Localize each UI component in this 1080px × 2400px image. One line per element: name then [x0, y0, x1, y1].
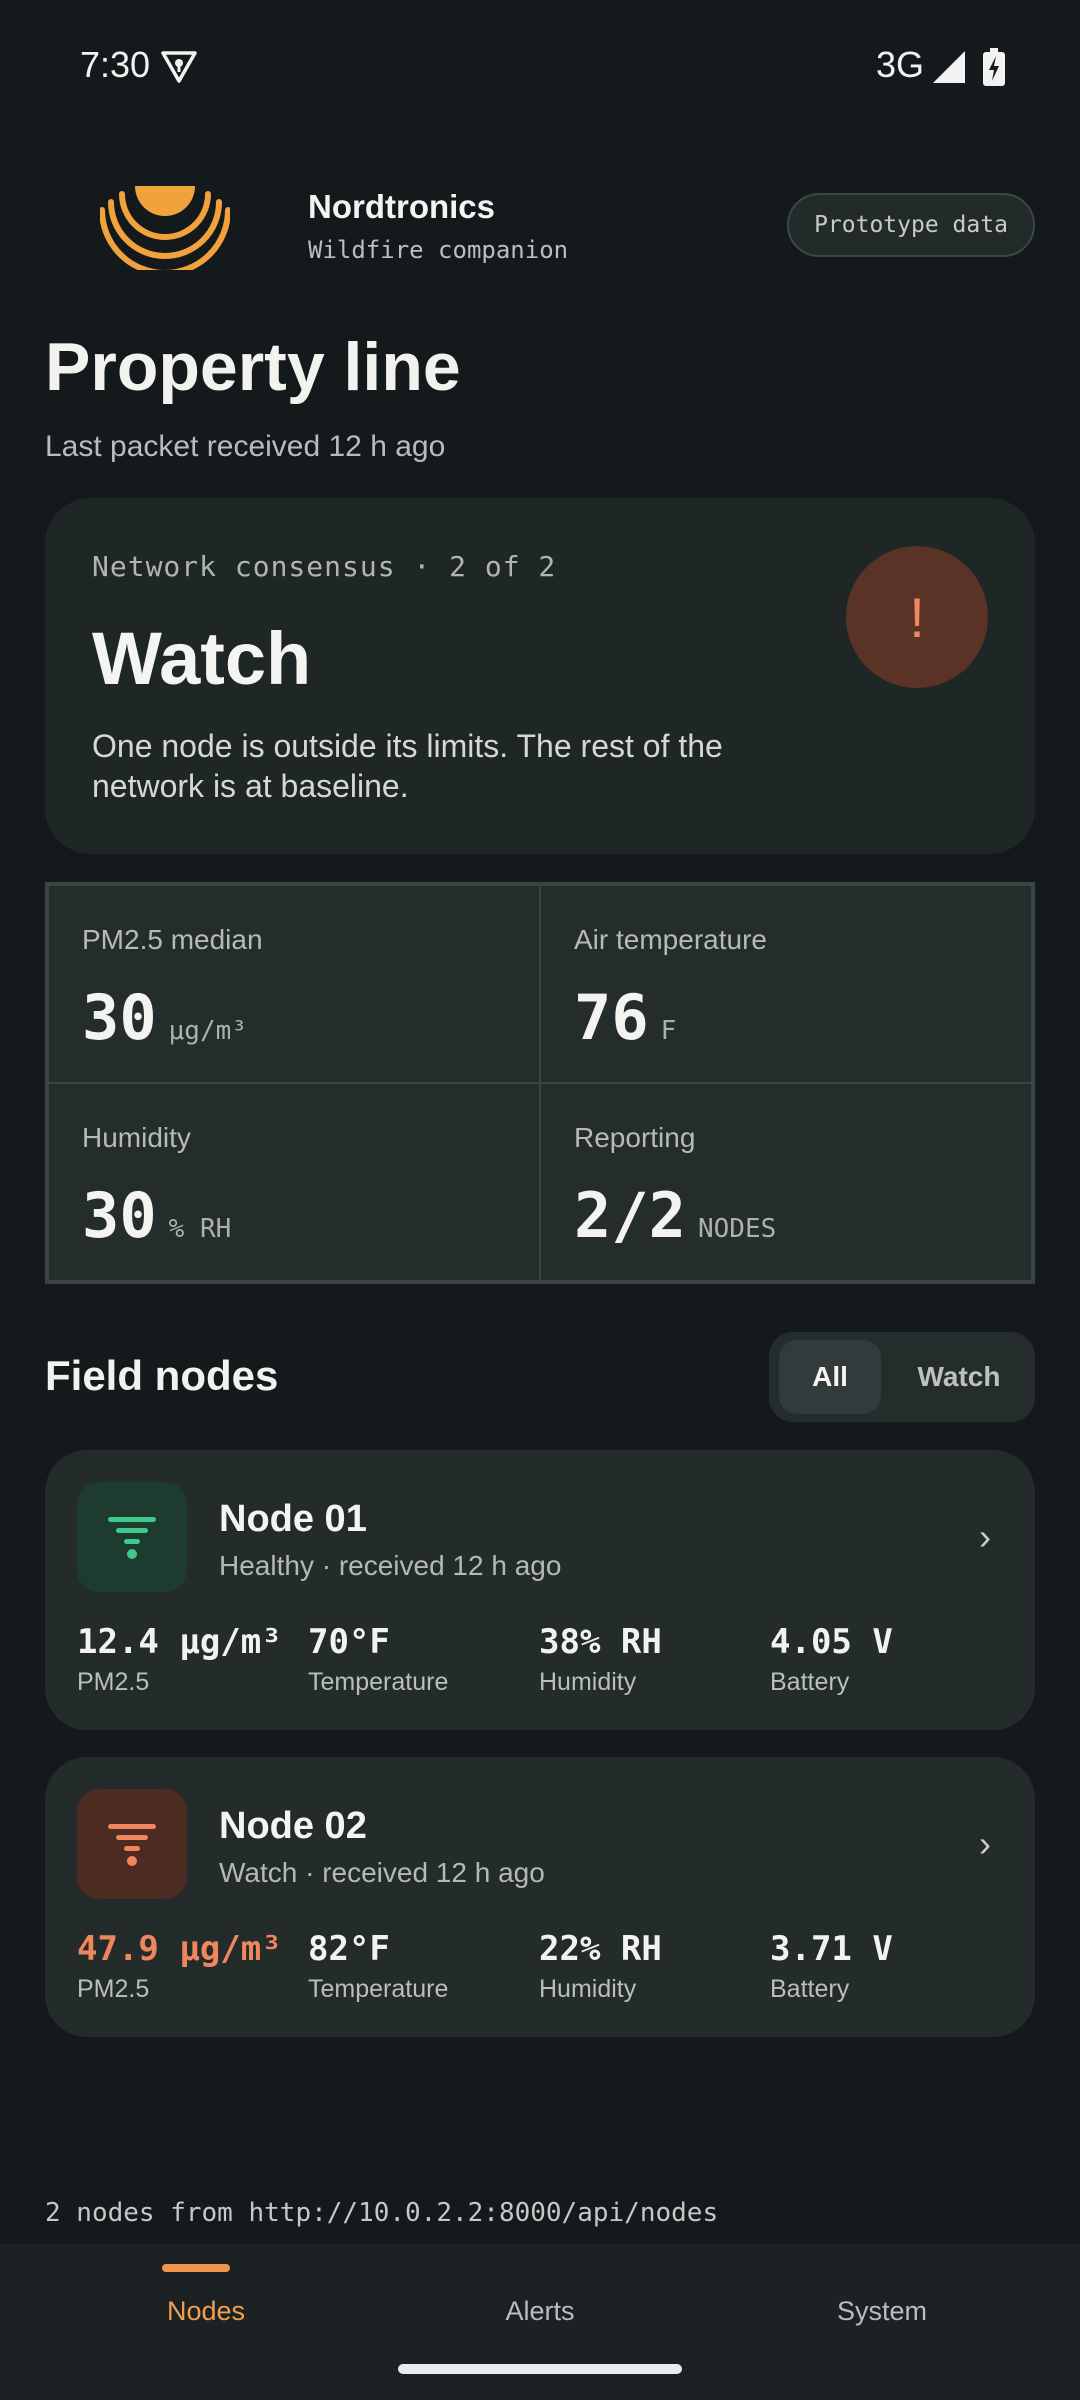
metric-label: Reporting: [574, 1122, 696, 1153]
reading-value: 70°F: [308, 1622, 390, 1662]
metric-humidity: Humidity 30 % RH: [48, 1083, 540, 1281]
metric-value: 30: [82, 981, 157, 1054]
chevron-right-icon: ›: [979, 1516, 991, 1557]
status-time: 7:30: [80, 44, 151, 85]
node-status: Watch · received 12 h ago: [219, 1857, 545, 1888]
network-type: 3G: [876, 44, 925, 85]
page-title: Property line: [45, 329, 461, 405]
consensus-description: One node is outside its limits. The rest…: [92, 728, 723, 804]
node-card[interactable]: Node 01 Healthy · received 12 h ago › 12…: [45, 1450, 1035, 1730]
nav-label: Nodes: [166, 2296, 246, 2326]
reading-value: 82°F: [308, 1929, 390, 1969]
reading-label: PM2.5: [77, 1668, 150, 1696]
reading-value: 4.05 V: [770, 1622, 893, 1662]
metric-value: 30: [82, 1179, 157, 1252]
reading-label: Humidity: [539, 1668, 637, 1696]
reading-humidity: 22% RH Humidity: [539, 1929, 662, 2004]
filter-all-button[interactable]: All: [779, 1340, 881, 1414]
filter-watch-button[interactable]: Watch: [891, 1340, 1027, 1414]
metric-air-temperature: Air temperature 76 F: [540, 885, 1032, 1083]
battery-charging-icon: [983, 48, 1005, 86]
reading-label: Battery: [770, 1975, 850, 2003]
consensus-label: Network consensus · 2 of 2: [92, 550, 557, 583]
brand-subtitle: Wildfire companion: [308, 236, 569, 264]
reading-value: 47.9 μg/m³: [77, 1929, 282, 1969]
reading-label: PM2.5: [77, 1975, 150, 2003]
reading-battery: 3.71 V Battery: [770, 1929, 893, 2004]
reading-pm25: 47.9 μg/m³ PM2.5: [77, 1929, 282, 2004]
reading-pm25: 12.4 μg/m³ PM2.5: [77, 1622, 282, 1697]
bottom-navigation: Nodes Alerts System: [0, 2244, 1080, 2400]
node-name: Node 02: [219, 1805, 367, 1847]
nav-item-system[interactable]: System: [702, 2244, 1062, 2354]
metrics-grid: PM2.5 median 30 μg/m³ Air temperature 76…: [45, 882, 1035, 1284]
reading-battery: 4.05 V Battery: [770, 1622, 893, 1697]
reading-value: 22% RH: [539, 1929, 662, 1969]
sensor-filter-icon: [77, 1789, 187, 1899]
metric-reporting: Reporting 2/2 NODES: [540, 1083, 1032, 1281]
consensus-status: Watch: [92, 617, 312, 700]
chevron-right-icon: ›: [979, 1823, 991, 1864]
cell-signal-icon: [933, 51, 965, 83]
network-consensus-card: Network consensus · 2 of 2 Watch One nod…: [45, 498, 1035, 854]
sensor-filter-icon: [77, 1482, 187, 1592]
node-card[interactable]: Node 02 Watch · received 12 h ago › 47.9…: [45, 1757, 1035, 2037]
reading-label: Temperature: [308, 1975, 449, 2003]
metric-label: Humidity: [82, 1122, 191, 1153]
metric-unit: μg/m³: [168, 1016, 247, 1046]
reading-label: Humidity: [539, 1975, 637, 2003]
nav-item-alerts[interactable]: Alerts: [360, 2244, 720, 2354]
data-source-text: 2 nodes from http://10.0.2.2:8000/api/no…: [45, 2198, 719, 2228]
last-packet-text: Last packet received 12 h ago: [45, 430, 446, 463]
reading-label: Temperature: [308, 1668, 449, 1696]
node-status: Healthy · received 12 h ago: [219, 1550, 562, 1581]
prototype-data-badge[interactable]: Prototype data: [787, 193, 1035, 257]
nav-label: Alerts: [505, 2296, 575, 2326]
metric-unit: F: [660, 1016, 677, 1046]
field-nodes-title: Field nodes: [45, 1352, 279, 1399]
nav-item-nodes[interactable]: Nodes: [26, 2244, 386, 2354]
status-bar: 7:30 3G: [0, 0, 1080, 136]
metric-unit: NODES: [697, 1214, 777, 1244]
vpn-key-icon: [161, 51, 197, 83]
reading-value: 3.71 V: [770, 1929, 893, 1969]
metric-label: PM2.5 median: [82, 924, 263, 955]
node-filter-segmented: All Watch: [769, 1332, 1035, 1422]
reading-label: Battery: [770, 1668, 850, 1696]
reading-value: 12.4 μg/m³: [77, 1622, 282, 1662]
reading-temperature: 70°F Temperature: [308, 1622, 448, 1697]
brand-name: Nordtronics: [308, 188, 496, 225]
metric-unit: % RH: [168, 1214, 232, 1244]
metric-value: 76: [574, 981, 649, 1054]
active-tab-indicator: [162, 2264, 230, 2272]
home-gesture-bar[interactable]: [398, 2364, 682, 2374]
sun-rays-logo: [100, 186, 230, 270]
node-name: Node 01: [219, 1498, 367, 1540]
exclamation-icon: !: [846, 546, 988, 688]
metric-pm25: PM2.5 median 30 μg/m³: [48, 885, 540, 1083]
metric-value: 2/2: [574, 1179, 686, 1252]
reading-value: 38% RH: [539, 1622, 662, 1662]
reading-temperature: 82°F Temperature: [308, 1929, 448, 2004]
reading-humidity: 38% RH Humidity: [539, 1622, 662, 1697]
metric-label: Air temperature: [574, 924, 767, 955]
nav-label: System: [836, 2296, 928, 2326]
